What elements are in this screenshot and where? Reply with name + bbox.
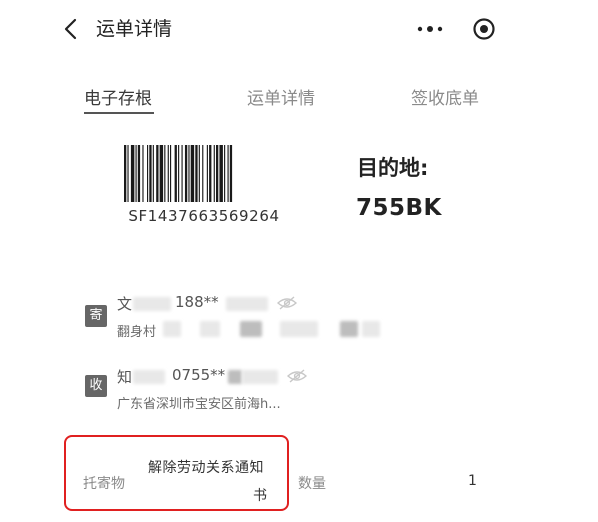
receiver-phone-mask (228, 370, 242, 384)
sender-badge: 寄 (85, 305, 107, 327)
page-title: 运单详情 (96, 18, 173, 40)
sender-address-mask (163, 321, 181, 337)
sender-address-mask (240, 321, 262, 337)
sender-name: 文 (117, 295, 133, 313)
quantity-value: 1 (468, 473, 477, 489)
active-tab-indicator (84, 112, 154, 114)
barcode (124, 145, 233, 202)
chevron-left-icon[interactable] (62, 17, 80, 41)
sender-address-mask (362, 321, 380, 337)
cargo-value-continued: 书 (253, 488, 267, 504)
tab-waybill-details[interactable]: 运单详情 (247, 88, 315, 110)
sender-address-mask (200, 321, 220, 337)
tab-electronic-stub[interactable]: 电子存根 (84, 88, 152, 110)
receiver-address: 广东省深圳市宝安区前海h... (117, 397, 281, 412)
receiver-badge: 收 (85, 375, 107, 397)
eye-off-icon[interactable] (277, 296, 297, 310)
sender-address: 翻身村 (117, 325, 157, 340)
record-icon[interactable] (472, 17, 496, 41)
cargo-value: 解除劳动关系通知 (148, 460, 264, 476)
tracking-number: SF1437663569264 (128, 207, 280, 225)
eye-off-icon[interactable] (287, 369, 307, 383)
more-dots-icon[interactable] (417, 26, 443, 32)
quantity-label: 数量 (298, 476, 326, 492)
receiver-name: 知 (117, 368, 133, 386)
navigation-bar: 运单详情 (0, 0, 598, 58)
receiver-phone: 0755** (172, 366, 226, 384)
tab-signed-receipt[interactable]: 签收底单 (411, 88, 479, 110)
destination-code: 755BK (356, 195, 442, 221)
sender-phone: 188** (175, 293, 219, 311)
sender-name-mask (133, 297, 171, 311)
sender-phone-mask (226, 297, 268, 311)
cargo-label: 托寄物 (83, 476, 125, 492)
sender-address-mask (340, 321, 358, 337)
destination-label: 目的地: (357, 156, 429, 180)
receiver-phone-mask (242, 370, 278, 384)
receiver-name-mask (133, 370, 165, 384)
sender-address-mask (280, 321, 318, 337)
